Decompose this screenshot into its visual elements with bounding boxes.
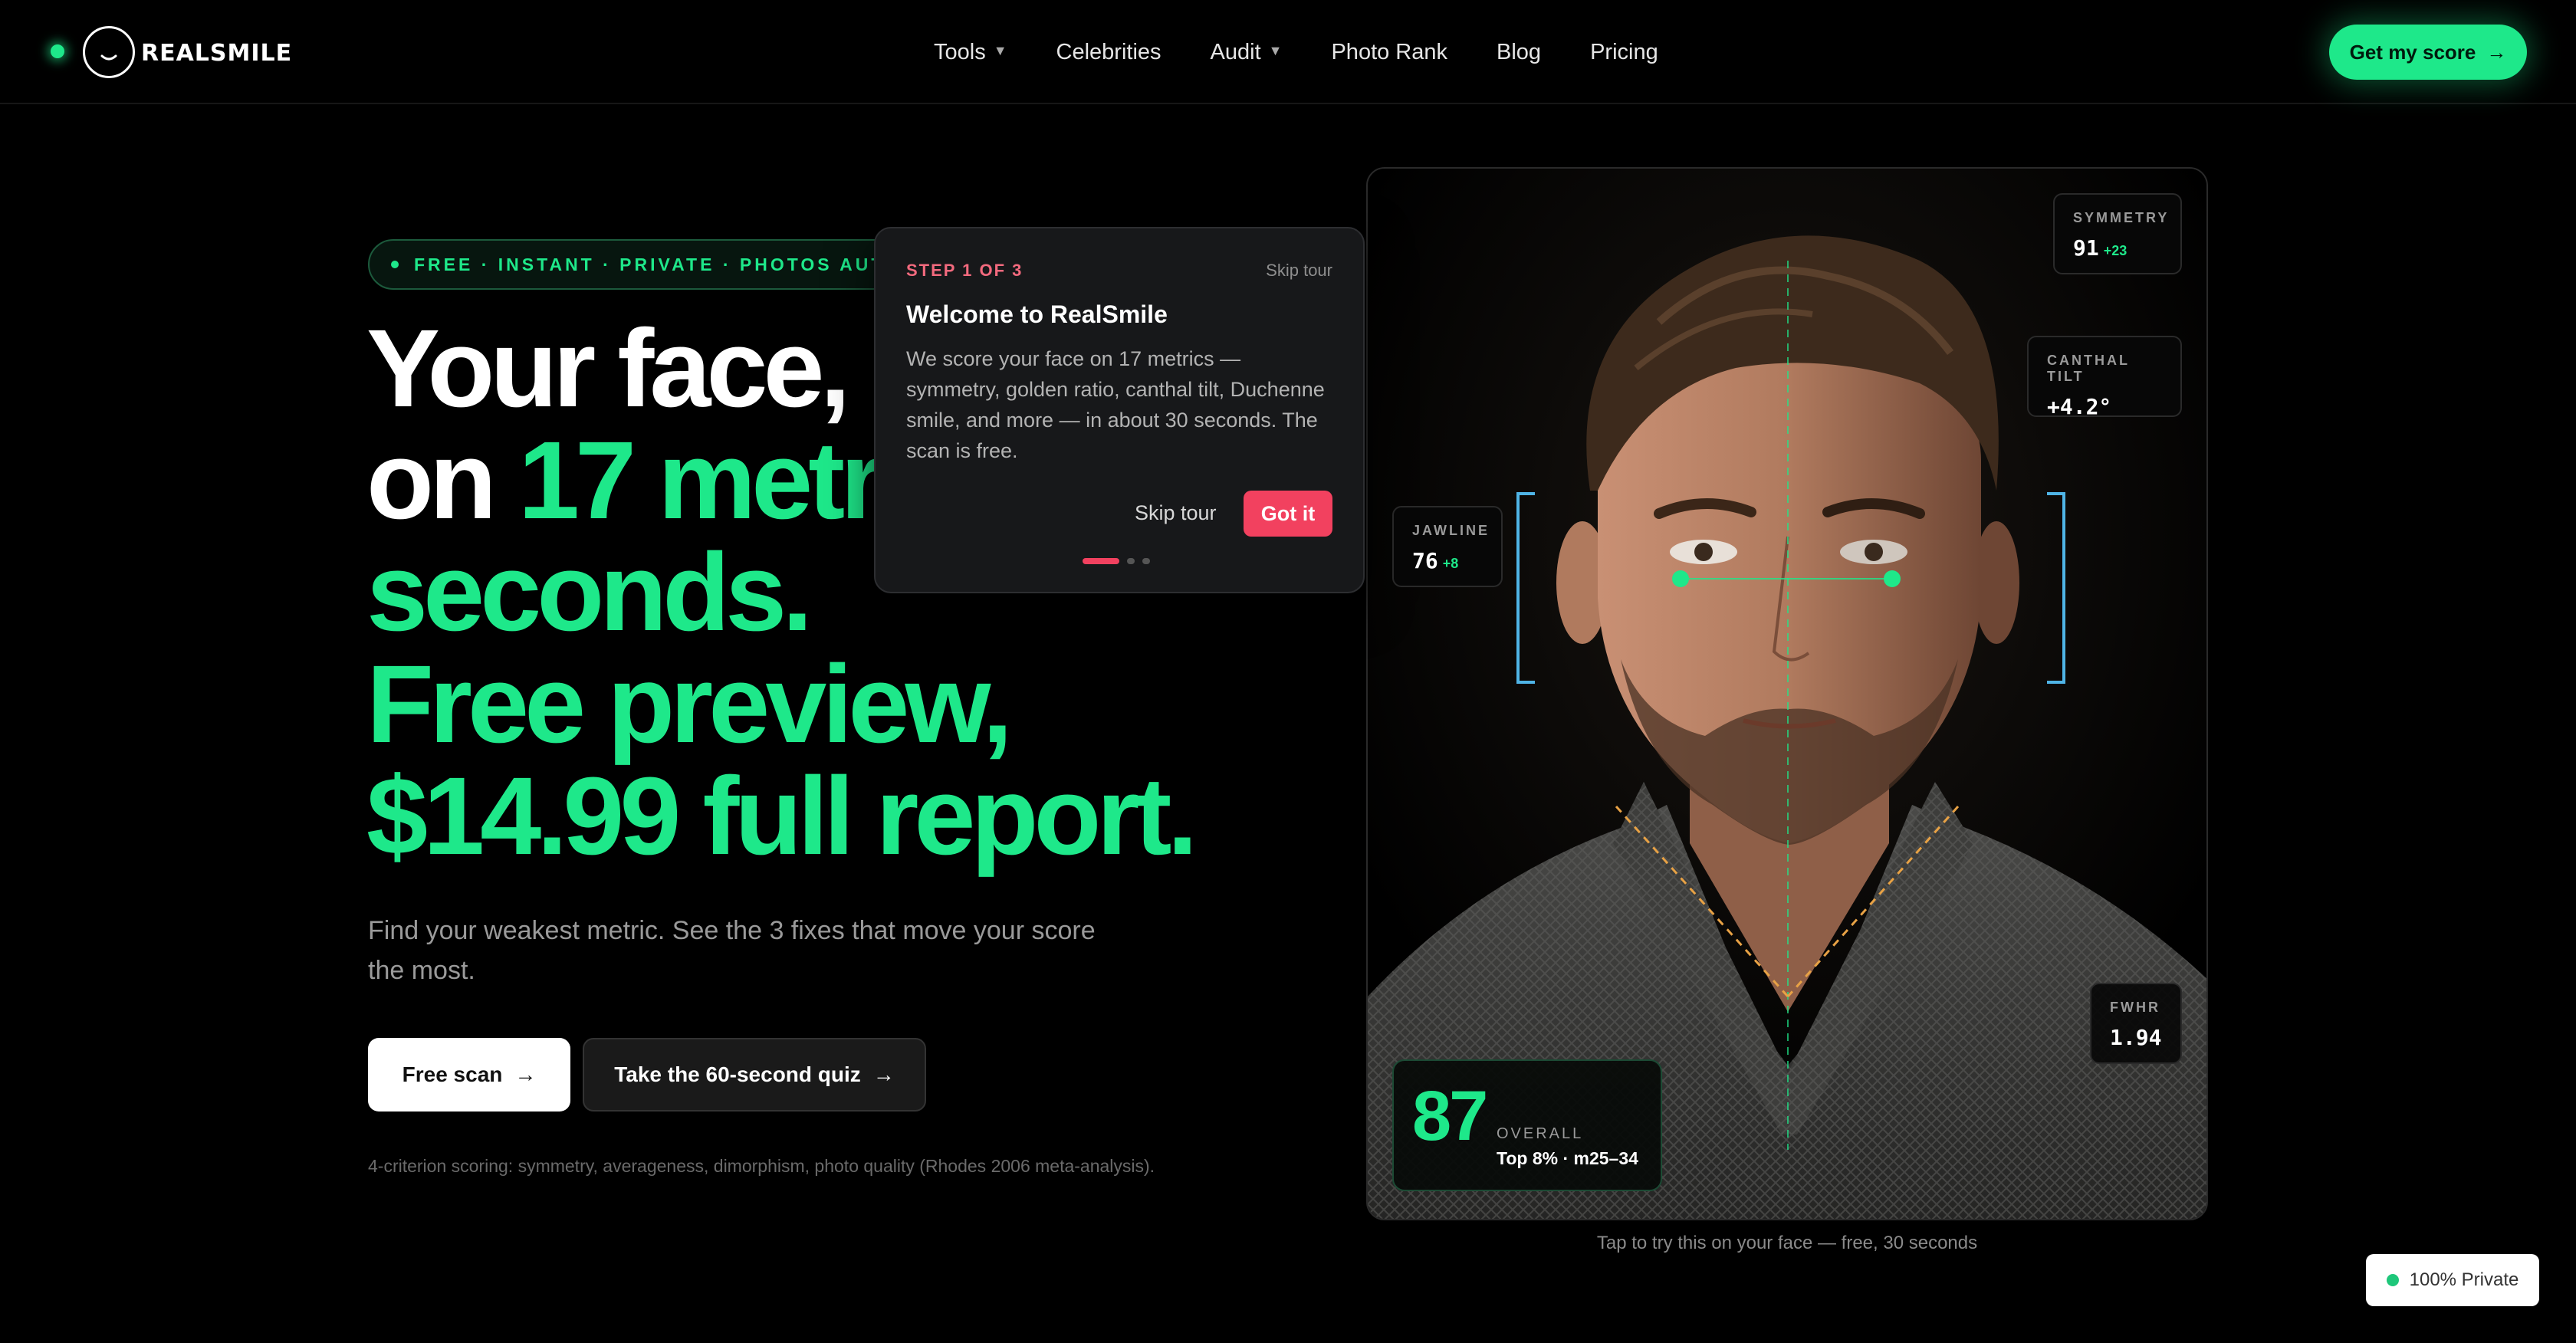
canthal-tilt-metric: CANTHAL TILT +4.2° — [2027, 336, 2182, 419]
pill-text: FREE · INSTANT · PRIVATE · PHOTOS AUTO-D… — [414, 254, 905, 274]
overall-rank: Top 8% · m25–34 — [1497, 1148, 1638, 1168]
jawline-metric: JAWLINE 76 +8 — [1392, 506, 1503, 587]
nav-item-celebrities[interactable]: Celebrities — [1056, 37, 1162, 67]
brand-name[interactable]: REALSMILE — [141, 40, 292, 67]
nav-item-audit[interactable]: Audit ▼ — [1211, 37, 1283, 67]
metric-value: 76 — [1412, 548, 1438, 573]
metric-value: 1.94 — [2110, 1025, 2162, 1050]
metric-label: JAWLINE — [1412, 523, 1490, 538]
feature-pill: FREE · INSTANT · PRIVATE · PHOTOS AUTO-D… — [368, 239, 905, 290]
tour-body: We score your face on 17 metrics — symme… — [906, 347, 1325, 462]
nav-links: Tools ▼ Celebrities Audit ▼ Photo Rank B… — [934, 37, 1658, 67]
got-it-button[interactable]: Got it — [1244, 491, 1332, 537]
overall-score: 87 — [1412, 1077, 1488, 1155]
privacy-label: 100% Private — [2409, 1269, 2519, 1290]
fwhr-metric: FWHR 1.94 — [2090, 983, 2182, 1064]
metric-value-row: 76 +8 — [1412, 548, 1483, 573]
headline-highlight: 17 metr — [518, 419, 883, 542]
status-dot-icon — [2386, 1274, 2399, 1286]
skip-tour-link[interactable]: Skip tour — [1266, 261, 1332, 281]
dot-icon — [391, 261, 399, 268]
button-label: Free scan — [402, 1062, 503, 1086]
chevron-down-icon: ▼ — [993, 42, 1007, 58]
nav-item-label: Pricing — [1590, 39, 1658, 64]
arrow-right-icon: → — [872, 1062, 895, 1086]
privacy-badge[interactable]: 100% Private — [2366, 1254, 2539, 1306]
headline-text: on — [366, 419, 518, 542]
metric-value-row: 91 +23 — [2073, 235, 2162, 261]
hero-subtext: Find your weakest metric. See the 3 fixe… — [368, 916, 1096, 985]
metric-label: FWHR — [2110, 1000, 2160, 1015]
nav-item-label: Audit — [1210, 39, 1261, 64]
nav-item-blog[interactable]: Blog — [1497, 37, 1541, 67]
top-nav: REALSMILE Tools ▼ Celebrities Audit ▼ Ph… — [0, 0, 2576, 104]
overall-score-card: 87 OVERALL Top 8% · m25–34 — [1392, 1059, 1662, 1191]
tour-progress-dots — [1083, 558, 1150, 564]
button-label: Get my score — [2349, 40, 2476, 64]
progress-dot[interactable] — [1142, 558, 1150, 564]
headline-line-5: $14.99 full report. — [366, 754, 1198, 878]
status-dot-icon — [51, 44, 64, 58]
progress-dot-active[interactable] — [1083, 558, 1119, 564]
nav-item-label: Celebrities — [1056, 39, 1162, 64]
button-label: Take the 60-second quiz — [614, 1062, 861, 1086]
nav-item-label: Tools — [934, 39, 986, 64]
progress-dot[interactable] — [1127, 558, 1135, 564]
free-scan-button[interactable]: Free scan → — [368, 1038, 570, 1112]
metric-value: 91 — [2073, 235, 2099, 261]
nav-item-label: Photo Rank — [1331, 39, 1448, 64]
skip-tour-button[interactable]: Skip tour — [1135, 501, 1217, 525]
metric-label: CANTHAL TILT — [2047, 353, 2130, 384]
nav-item-pricing[interactable]: Pricing — [1590, 37, 1658, 67]
scoring-footnote: 4-criterion scoring: symmetry, averagene… — [368, 1156, 1155, 1176]
quiz-button[interactable]: Take the 60-second quiz → — [583, 1038, 926, 1112]
metric-delta: +8 — [1442, 556, 1459, 571]
tour-step-label: STEP 1 OF 3 — [906, 261, 1024, 280]
arrow-right-icon: → — [2486, 40, 2507, 64]
nav-item-photo-rank[interactable]: Photo Rank — [1331, 37, 1447, 67]
arrow-right-icon: → — [514, 1062, 537, 1086]
preview-caption[interactable]: Tap to try this on your face — free, 30 … — [1366, 1233, 2208, 1254]
tour-title: Welcome to RealSmile — [906, 300, 1168, 328]
onboarding-tour-dialog: STEP 1 OF 3 Skip tour Welcome to RealSmi… — [874, 227, 1365, 593]
metric-delta: +23 — [2103, 243, 2128, 258]
chevron-down-icon: ▼ — [1268, 42, 1283, 58]
nav-item-label: Blog — [1497, 39, 1542, 64]
symmetry-metric: SYMMETRY 91 +23 — [2053, 193, 2182, 274]
smile-logo-icon[interactable] — [83, 26, 135, 78]
metric-value: +4.2° — [2047, 394, 2112, 419]
metric-label: SYMMETRY — [2073, 210, 2170, 225]
nav-item-tools[interactable]: Tools ▼ — [934, 37, 1007, 67]
headline-line-4: Free preview, — [366, 642, 1013, 766]
get-my-score-button[interactable]: Get my score → — [2329, 25, 2527, 80]
overall-label: OVERALL — [1497, 1125, 1584, 1142]
